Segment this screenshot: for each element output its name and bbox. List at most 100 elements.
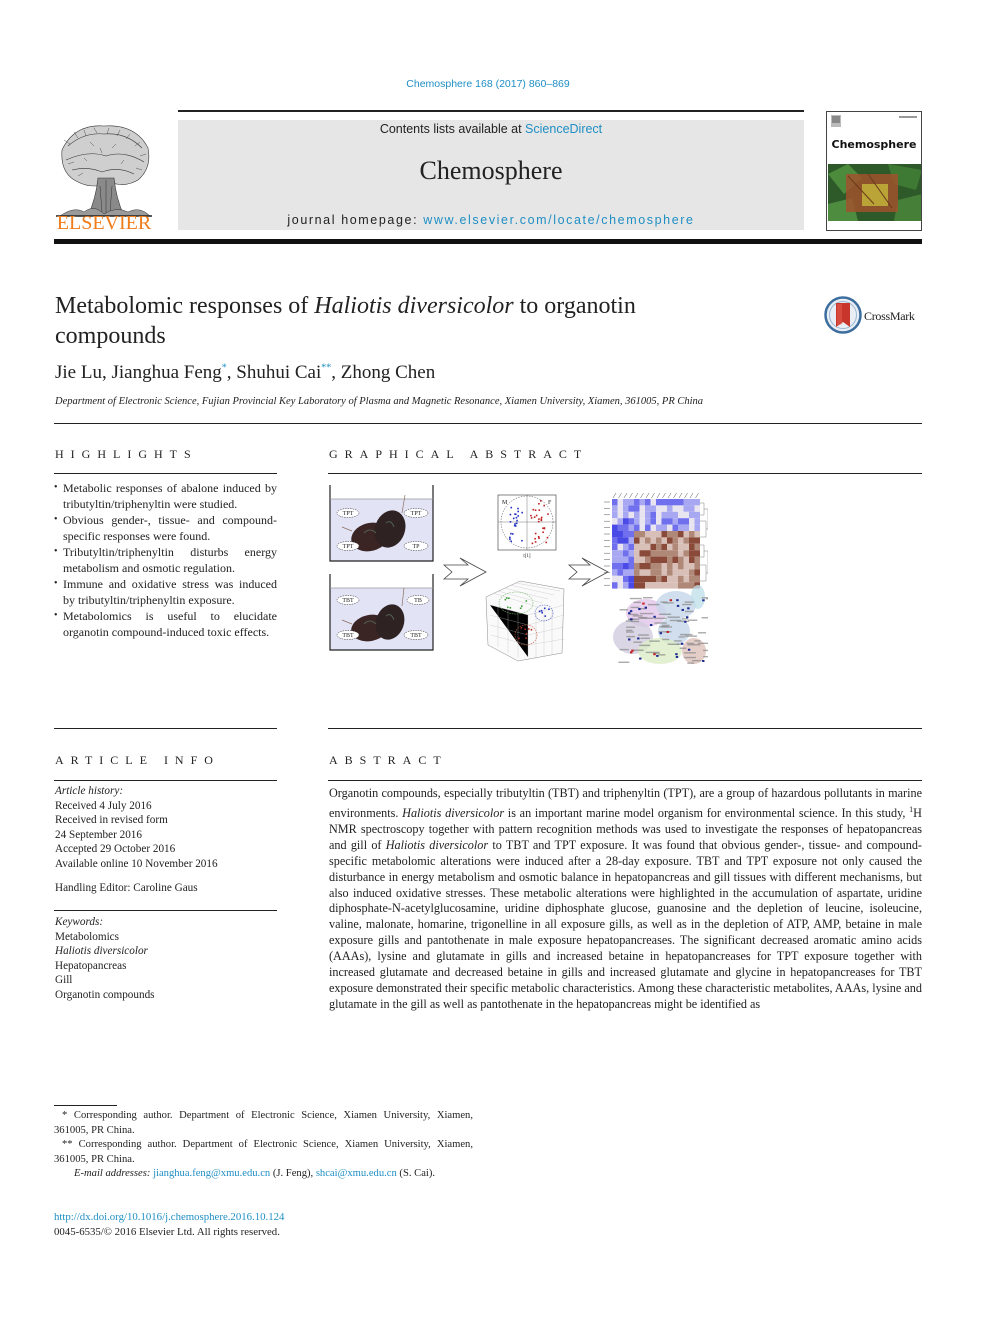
heatmap-cell [645, 582, 651, 589]
network-node-label [637, 634, 649, 636]
email-link-feng[interactable]: jianghua.feng@xmu.edu.cn [153, 1168, 270, 1179]
heatmap-cell [617, 505, 623, 512]
highlights-rule [54, 473, 277, 474]
heatmap-cell [617, 550, 623, 557]
heatmap-cell [683, 575, 689, 583]
heatmap-cell [623, 499, 629, 506]
tank-label: TPT [343, 511, 354, 517]
heatmap-cell [694, 575, 700, 583]
heatmap-cell [689, 499, 695, 506]
journal-citation-link[interactable]: Chemosphere 168 (2017) 860–869 [0, 78, 976, 90]
network-node-label [632, 615, 643, 617]
heatmap-cell [672, 518, 678, 525]
heatmap-cell [678, 569, 684, 576]
pca-point-female [534, 532, 537, 535]
author-separator: , [226, 362, 237, 383]
network-node-label [642, 597, 653, 599]
network-node-label [626, 635, 635, 638]
pca-point-female [542, 531, 544, 534]
pca3d-point-red [530, 628, 533, 631]
author-list: Jie Lu, Jianghua Feng*, Shuhui Cai**, Zh… [55, 362, 435, 384]
heatmap-cell [639, 582, 645, 589]
heatmap-cell [689, 563, 695, 570]
pca-point-male [515, 522, 518, 525]
network-node [676, 604, 680, 607]
heatmap-column-label [623, 492, 628, 499]
heatmap-cell [612, 582, 618, 589]
sciencedirect-link[interactable]: ScienceDirect [525, 122, 602, 136]
heatmap-column-label [662, 492, 666, 499]
pca-point-female [534, 541, 537, 543]
heatmap-cell [678, 499, 684, 506]
heatmap-cell [656, 499, 662, 506]
journal-cover-thumbnail[interactable]: Chemosphere [826, 111, 922, 231]
heatmap-cell [650, 582, 656, 589]
journal-homepage-link[interactable]: www.elsevier.com/locate/chemosphere [423, 213, 694, 227]
pca-point-male [513, 524, 516, 527]
heatmap-cell [683, 505, 689, 512]
tank-label: TPT [343, 544, 354, 550]
author-name[interactable]: Shuhui Cai [236, 362, 321, 383]
network-node [629, 610, 633, 613]
heatmap-cell [672, 556, 678, 563]
heatmap-cell [694, 569, 700, 576]
network-node [680, 642, 684, 645]
pca-point-female [531, 542, 534, 545]
heatmap-cell [634, 511, 640, 519]
author-name[interactable]: Jianghua Feng [111, 362, 221, 383]
keywords: Keywords: Metabolomics Haliotis diversic… [55, 915, 277, 1003]
heatmap-cell [617, 518, 623, 525]
crossmark-icon[interactable] [824, 296, 862, 334]
abstract-seg: to TBT and TPT exposure. It was found th… [329, 837, 922, 1011]
heatmap-cell [689, 556, 695, 563]
email-owner: (S. Cai). [396, 1168, 436, 1180]
network-node [681, 608, 684, 611]
network-node [659, 632, 662, 635]
network-node-label [659, 626, 669, 628]
heatmap-column-label [640, 492, 644, 499]
heatmap-cell [661, 537, 667, 544]
heatmap-cell [678, 531, 684, 538]
heatmap-cell [694, 550, 700, 557]
heatmap-cell [645, 543, 651, 551]
heatmap-cell [689, 511, 695, 519]
network-node-label [658, 654, 666, 656]
heatmap-cell [656, 563, 662, 570]
heatmap-cell [694, 543, 700, 551]
heatmap-cell [683, 511, 689, 519]
network-node-label [639, 644, 651, 647]
highlights-heading: HIGHLIGHTS [55, 447, 198, 461]
heatmap-cell [689, 537, 695, 544]
corresponding-mark[interactable]: ** [321, 363, 331, 374]
heatmap-cell [623, 550, 629, 557]
author-name[interactable]: Jie Lu [55, 362, 102, 383]
heatmap-cell [656, 575, 662, 583]
heatmap-cell [689, 531, 695, 538]
correlation-heatmap [604, 492, 700, 589]
heatmap-cell [628, 556, 634, 563]
author-name[interactable]: Zhong Chen [341, 362, 435, 383]
pca-point-female [530, 517, 533, 519]
crossmark-label[interactable]: CrossMark [864, 309, 915, 324]
network-node [684, 620, 687, 623]
footnote-rule [54, 1105, 117, 1106]
heatmap-cell [623, 556, 629, 563]
heatmap-cell [650, 563, 656, 570]
heatmap-cell [672, 505, 678, 512]
heatmap-column-label [618, 492, 622, 499]
graphical-abstract-figure[interactable]: TPT TPT TPT TP TBT TB TBT TBT M F t[1] [328, 485, 708, 665]
heatmap-cell [672, 582, 678, 589]
heatmap-cell [650, 543, 656, 551]
pca-point-male [509, 536, 511, 539]
heatmap-cell [656, 537, 662, 544]
graphical-abstract-rule [328, 473, 922, 474]
email-link-cai[interactable]: shcai@xmu.edu.cn [316, 1168, 397, 1179]
heatmap-cell [667, 511, 673, 519]
heatmap-cell [639, 511, 645, 519]
article-info-heading: ARTICLE INFO [55, 753, 220, 767]
heatmap-column-label [645, 492, 650, 499]
heatmap-cell [683, 524, 689, 531]
doi-link[interactable]: http://dx.doi.org/10.1016/j.chemosphere.… [54, 1211, 284, 1223]
tank-label: TP [412, 544, 420, 550]
network-node [686, 616, 689, 619]
